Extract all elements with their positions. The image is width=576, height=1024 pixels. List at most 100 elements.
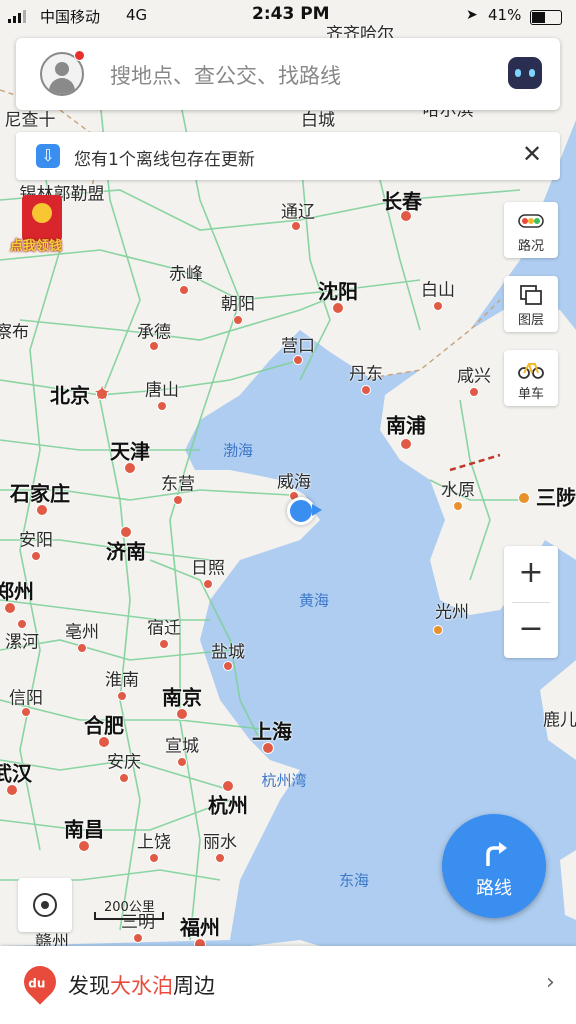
city-label[interactable]: 日照: [191, 554, 225, 579]
red-envelope-promo[interactable]: 点我领钱: [10, 195, 74, 265]
city-label[interactable]: 三陟: [536, 482, 576, 511]
city-dot: [433, 301, 443, 311]
city-label[interactable]: 白山: [421, 276, 455, 301]
city-label[interactable]: 盐城: [211, 638, 245, 663]
city-label[interactable]: 合肥: [84, 710, 124, 739]
city-dot: [469, 387, 479, 397]
bike-button[interactable]: 单车: [504, 350, 558, 406]
sea-label: 杭州湾: [261, 771, 307, 790]
city-label[interactable]: 漯河: [5, 628, 39, 653]
download-icon: ⇩: [36, 144, 60, 168]
city-label[interactable]: 承德: [137, 318, 171, 343]
sea-label: 东海: [338, 871, 370, 890]
crosshair-icon: [33, 893, 57, 917]
city-label[interactable]: 沈阳: [318, 276, 358, 305]
city-label[interactable]: 威海: [277, 468, 311, 493]
discover-bar[interactable]: du 发现大水泊周边 ›: [0, 946, 576, 1024]
signal-icon: [8, 10, 26, 23]
city-label[interactable]: 丽水: [203, 828, 237, 853]
city-label[interactable]: 光州: [435, 598, 469, 623]
city-dot: [179, 285, 189, 295]
search-bar[interactable]: 搜地点、查公交、找路线: [16, 38, 560, 110]
zoom-in-button[interactable]: +: [504, 546, 558, 602]
zoom-out-button[interactable]: −: [504, 602, 558, 658]
city-label[interactable]: 石家庄: [10, 478, 70, 507]
city-dot: [17, 619, 27, 629]
locate-button[interactable]: [18, 878, 72, 932]
promo-label: 点我领钱: [10, 239, 63, 254]
user-location-marker: [287, 497, 315, 525]
search-input[interactable]: 搜地点、查公交、找路线: [110, 60, 341, 90]
city-label[interactable]: 福州: [180, 912, 220, 941]
city-dot: [21, 707, 31, 717]
city-dot: [518, 492, 530, 504]
city-label[interactable]: 安庆: [107, 748, 141, 773]
city-dot: [176, 708, 188, 720]
city-dot: [124, 462, 136, 474]
city-label[interactable]: 唐山: [145, 376, 179, 401]
city-label[interactable]: 济南: [106, 536, 146, 565]
city-label[interactable]: 天津: [110, 436, 150, 465]
discover-text: 发现大水泊周边: [68, 974, 215, 998]
battery-percent: 41%: [488, 6, 522, 24]
city-label[interactable]: 南浦: [386, 410, 426, 439]
city-dot: [177, 757, 187, 767]
city-dot: [98, 736, 110, 748]
city-label[interactable]: 南昌: [64, 814, 104, 843]
location-arrow-icon: ➤: [466, 7, 478, 23]
city-label[interactable]: 北京: [50, 380, 90, 409]
city-label[interactable]: 咸兴: [457, 362, 491, 387]
turn-arrow-icon: [486, 842, 507, 866]
city-label[interactable]: 水原: [441, 476, 475, 501]
notification-dot: [74, 50, 85, 61]
city-label[interactable]: 武汉: [0, 758, 32, 787]
city-dot: [433, 625, 443, 635]
sea-label: 黄海: [298, 591, 330, 610]
city-dot: [120, 526, 132, 538]
city-label[interactable]: 淮南: [105, 666, 139, 691]
city-label[interactable]: 上海: [252, 716, 292, 745]
city-dot: [291, 221, 301, 231]
city-label[interactable]: 南京: [162, 682, 202, 711]
city-label[interactable]: 宿迁: [147, 614, 181, 639]
city-label[interactable]: 上饶: [137, 828, 171, 853]
city-label[interactable]: 亳州: [65, 618, 99, 643]
traffic-label: 路况: [517, 239, 544, 254]
city-label[interactable]: 东营: [161, 470, 195, 495]
city-label[interactable]: 朝阳: [221, 290, 255, 315]
traffic-light-icon: [518, 214, 544, 228]
city-dot: [149, 341, 159, 351]
clock: 2:43 PM: [252, 4, 330, 24]
city-label[interactable]: 丹东: [349, 360, 383, 385]
layers-button[interactable]: 图层: [504, 276, 558, 332]
city-dot: [203, 579, 213, 589]
traffic-button[interactable]: 路况: [504, 202, 558, 258]
city-label[interactable]: 鹿儿: [543, 706, 576, 731]
city-dot: [262, 742, 274, 754]
city-label[interactable]: 信阳: [9, 684, 43, 709]
city-label[interactable]: 赤峰: [169, 260, 203, 285]
city-label[interactable]: 安阳: [19, 526, 53, 551]
close-icon[interactable]: ✕: [522, 140, 542, 168]
city-label[interactable]: 郑州: [0, 576, 34, 605]
bike-label: 单车: [517, 387, 544, 402]
route-button[interactable]: 路线: [442, 814, 546, 918]
map-scale: 200公里: [94, 896, 168, 920]
city-dot: [332, 302, 344, 314]
chevron-right-icon[interactable]: ›: [546, 970, 555, 995]
city-dot: [453, 501, 463, 511]
city-dot: [215, 853, 225, 863]
heading-arrow-icon: [312, 504, 322, 516]
bike-icon: [518, 363, 544, 379]
offline-update-banner[interactable]: ⇩ 您有1个离线包存在更新 ✕: [16, 132, 560, 180]
city-label[interactable]: 通辽: [281, 198, 315, 223]
city-label[interactable]: 营口: [281, 332, 315, 357]
city-label[interactable]: 杭州: [208, 790, 248, 819]
city-dot: [133, 933, 143, 943]
offline-update-text: 您有1个离线包存在更新: [74, 150, 255, 170]
network-label: 4G: [126, 6, 148, 24]
city-label[interactable]: 宣城: [165, 732, 199, 757]
city-label[interactable]: 察布: [0, 318, 29, 343]
city-dot: [222, 780, 234, 792]
robot-assistant-icon[interactable]: [508, 57, 542, 89]
